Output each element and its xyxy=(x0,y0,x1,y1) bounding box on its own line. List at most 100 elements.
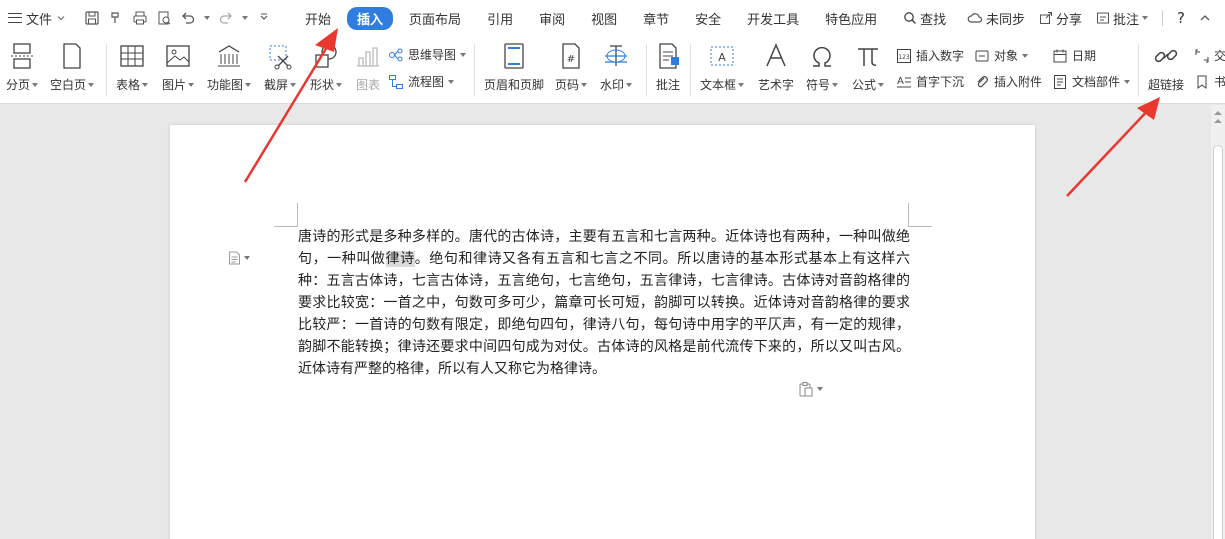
number-icon: 123 xyxy=(897,48,911,63)
formula-button[interactable]: 公式 xyxy=(852,42,885,93)
table-icon xyxy=(120,45,144,67)
clipboard-icon xyxy=(799,382,813,397)
picture-button[interactable]: 图片 xyxy=(162,42,195,93)
page-break-button[interactable]: 分页 xyxy=(6,42,39,93)
margin-marker-top-right xyxy=(908,203,932,227)
selected-text: 律诗 xyxy=(385,251,415,267)
menu-icon[interactable] xyxy=(8,13,22,23)
comment-icon xyxy=(659,43,679,69)
table-button[interactable]: 表格 xyxy=(116,42,149,93)
function-chart-button[interactable]: 功能图 xyxy=(207,42,252,93)
tab-developer[interactable]: 开发工具 xyxy=(737,7,809,30)
tab-section[interactable]: 章节 xyxy=(633,7,679,30)
help-button[interactable]: ? xyxy=(1177,9,1185,27)
tab-home[interactable]: 开始 xyxy=(295,7,341,30)
share-icon xyxy=(1040,12,1052,24)
blank-page-icon xyxy=(63,43,81,69)
header-footer-button[interactable]: 页眉和页脚 xyxy=(484,42,544,93)
tab-page-layout[interactable]: 页面布局 xyxy=(399,7,471,30)
redo-dropdown-icon[interactable] xyxy=(242,16,249,20)
document-page[interactable]: 唐诗的形式是多种多样的。唐代的古体诗，主要有五言和七言两种。近体诗也有两种，一种… xyxy=(170,125,1035,539)
textbox-button[interactable]: A 文本框 xyxy=(700,42,745,93)
hyperlink-button[interactable]: 超链接 xyxy=(1148,42,1184,93)
flowchart-button[interactable]: 流程图 xyxy=(388,73,455,90)
scroll-up-icon[interactable] xyxy=(1214,111,1222,115)
watermark-button[interactable]: 水印 xyxy=(600,42,633,93)
doc-parts-button[interactable]: 文档部件 xyxy=(1052,73,1131,90)
mindmap-button[interactable]: 思维导图 xyxy=(388,46,467,63)
insert-attachment-button[interactable]: 插入附件 xyxy=(974,73,1042,90)
flowchart-label: 流程图 xyxy=(408,75,445,89)
comment-menu-label: 批注 xyxy=(1113,12,1140,28)
link-icon xyxy=(1154,49,1178,63)
flowchart-icon xyxy=(389,74,403,89)
page-number-label: 页码 xyxy=(555,78,580,92)
chevron-down-icon xyxy=(1124,79,1131,84)
comment-label: 批注 xyxy=(655,78,680,92)
wordart-button[interactable]: 艺术字 xyxy=(758,42,794,93)
shape-button[interactable]: 形状 xyxy=(310,42,343,93)
drop-cap-icon: A xyxy=(897,76,911,87)
print-icon[interactable] xyxy=(132,10,148,26)
document-body-text[interactable]: 唐诗的形式是多种多样的。唐代的古体诗，主要有五言和七言两种。近体诗也有两种，一种… xyxy=(298,226,910,380)
tab-view[interactable]: 视图 xyxy=(581,7,627,30)
page-number-button[interactable]: # 页码 xyxy=(555,42,588,93)
cross-reference-button[interactable]: 交 xyxy=(1194,47,1225,64)
customize-quick-access-icon[interactable] xyxy=(256,10,272,26)
screenshot-button[interactable]: 截屏 xyxy=(264,42,297,93)
pi-icon xyxy=(858,48,878,66)
date-button[interactable]: 日期 xyxy=(1052,47,1096,64)
bookmark-icon xyxy=(1197,75,1207,89)
header-footer-label: 页眉和页脚 xyxy=(484,78,545,92)
scrollbar-thumb[interactable] xyxy=(1213,145,1223,539)
document-area: 唐诗的形式是多种多样的。唐代的古体诗，主要有五言和七言两种。近体诗也有两种，一种… xyxy=(0,105,1225,539)
tab-review[interactable]: 审阅 xyxy=(529,7,575,30)
paragraph-menu-button[interactable] xyxy=(228,251,250,265)
shape-label: 形状 xyxy=(310,78,335,92)
tab-special-apps[interactable]: 特色应用 xyxy=(815,7,887,30)
vertical-scrollbar[interactable] xyxy=(1211,105,1225,539)
collapse-ribbon-icon[interactable] xyxy=(1199,13,1211,23)
insert-number-button[interactable]: 123 插入数字 xyxy=(896,47,964,64)
object-label: 对象 xyxy=(994,49,1019,63)
margin-marker-top-left xyxy=(274,203,298,227)
tab-security[interactable]: 安全 xyxy=(685,7,731,30)
chevron-down-icon xyxy=(244,256,250,260)
header-footer-icon xyxy=(504,43,524,69)
bookmark-button[interactable]: 书 xyxy=(1194,73,1225,90)
page-break-label: 分页 xyxy=(6,78,31,92)
blank-page-button[interactable]: 空白页 xyxy=(50,42,95,93)
chart-button[interactable]: 图表 xyxy=(354,42,382,93)
scroll-page-up-icon[interactable] xyxy=(1214,119,1222,123)
file-menu[interactable]: 文件 xyxy=(26,9,74,28)
comment-icon xyxy=(1097,12,1110,24)
divider xyxy=(106,44,107,96)
share-label: 分享 xyxy=(1056,12,1083,28)
print-preview-icon[interactable] xyxy=(156,10,172,26)
format-painter-icon[interactable] xyxy=(108,10,124,26)
undo-icon[interactable] xyxy=(180,10,196,26)
table-label: 表格 xyxy=(116,78,141,92)
paperclip-icon xyxy=(977,75,988,87)
tab-insert[interactable]: 插入 xyxy=(347,6,394,30)
chevron-down-icon xyxy=(817,387,823,391)
sync-button[interactable]: 未同步 xyxy=(967,9,1025,28)
undo-dropdown-icon[interactable] xyxy=(204,16,211,20)
object-button[interactable]: 对象 xyxy=(974,47,1029,64)
chevron-down-icon xyxy=(88,82,95,87)
drop-cap-button[interactable]: A 首字下沉 xyxy=(896,73,964,90)
symbol-button[interactable]: 符号 xyxy=(806,42,839,93)
picture-icon xyxy=(166,45,190,67)
divider xyxy=(474,44,475,96)
comment-menu-button[interactable]: 批注 xyxy=(1096,9,1149,28)
mindmap-icon xyxy=(389,48,403,61)
tab-references[interactable]: 引用 xyxy=(477,7,523,30)
paste-options-button[interactable] xyxy=(798,381,823,397)
drop-cap-label: 首字下沉 xyxy=(916,75,965,89)
comment-button[interactable]: 批注 xyxy=(654,42,682,93)
redo-icon[interactable] xyxy=(218,10,234,26)
save-icon[interactable] xyxy=(84,10,100,26)
sync-label: 未同步 xyxy=(985,12,1025,28)
search-button[interactable]: 查找 xyxy=(893,7,956,30)
share-button[interactable]: 分享 xyxy=(1039,9,1082,28)
